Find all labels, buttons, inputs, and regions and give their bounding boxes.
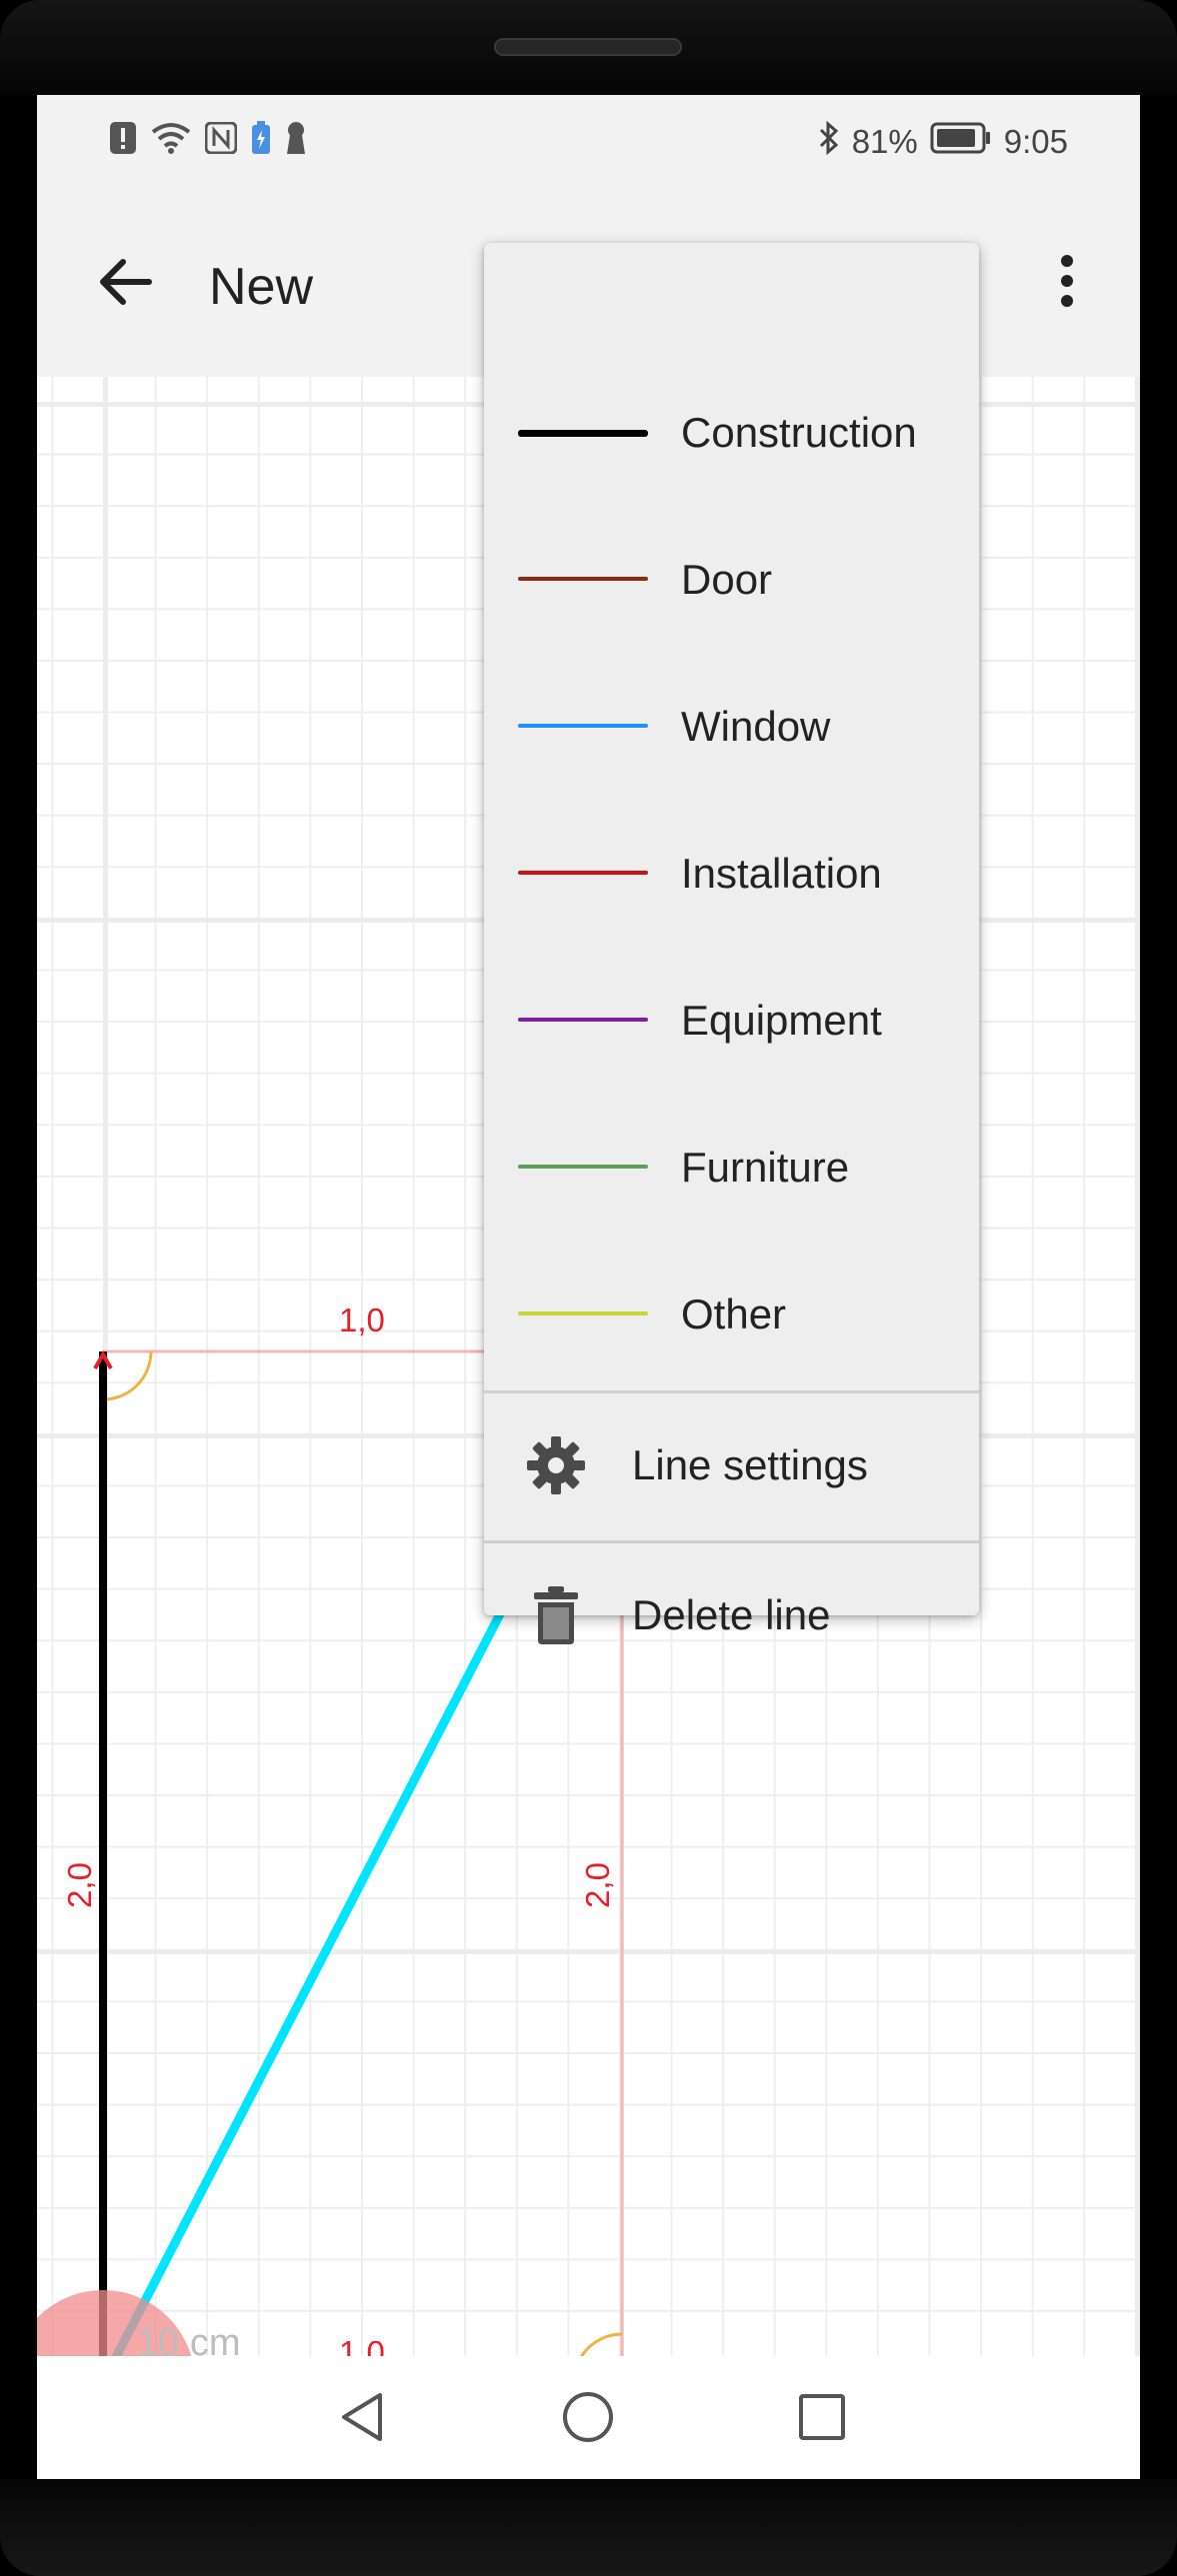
swatch-furniture <box>518 1165 648 1169</box>
menu-item-line-settings[interactable]: Line settings <box>484 1393 979 1540</box>
menu-item-delete-line[interactable]: Delete line <box>484 1543 979 1690</box>
menu-item-label: Window <box>681 703 831 750</box>
menu-item-equipment[interactable]: Equipment <box>484 949 979 1096</box>
line-type-menu: Construction Door Window Installation Eq… <box>484 243 979 1644</box>
nfc-icon <box>204 121 238 159</box>
keyhole-icon <box>285 121 307 160</box>
menu-item-other[interactable]: Other <box>484 1243 979 1389</box>
menu-item-construction[interactable]: Construction <box>484 361 979 508</box>
trash-icon <box>524 1583 588 1647</box>
dimension-label-left: 2,0 <box>60 1862 98 1908</box>
menu-item-furniture[interactable]: Furniture <box>484 1096 979 1243</box>
swatch-construction <box>518 430 648 437</box>
menu-item-window[interactable]: Window <box>484 655 979 802</box>
phone-screen: 81% 9:05 New 1,0 1,0 2,0 2,0 10 cm Const… <box>37 95 1140 2479</box>
menu-item-label: Delete line <box>632 1591 831 1638</box>
menu-item-label: Door <box>681 556 773 603</box>
phone-bezel-top <box>0 0 1177 95</box>
swatch-window <box>518 724 648 728</box>
page-title: New <box>209 258 314 316</box>
menu-item-label: Line settings <box>632 1441 868 1488</box>
angle-arc-top-left <box>102 1350 153 1401</box>
dimension-label-right: 2,0 <box>578 1862 616 1908</box>
dimension-label-top: 1,0 <box>339 1301 385 1338</box>
status-icons-right: 81% 9:05 <box>818 120 1068 163</box>
alert-icon <box>109 121 137 160</box>
recents-square-icon <box>797 2392 847 2447</box>
bluetooth-icon <box>818 120 840 163</box>
battery-icon <box>930 121 992 163</box>
back-button[interactable] <box>87 247 162 322</box>
menu-item-label: Installation <box>681 850 882 897</box>
nav-recents-button[interactable] <box>787 2384 857 2454</box>
phone-bezel-bottom <box>0 2479 1177 2576</box>
menu-item-label: Equipment <box>681 997 882 1044</box>
clock: 9:05 <box>1003 123 1068 160</box>
swatch-other <box>518 1311 648 1315</box>
menu-item-door[interactable]: Door <box>484 508 979 655</box>
more-options-button[interactable] <box>1037 243 1097 323</box>
battery-percent: 81% <box>851 123 918 160</box>
wifi-icon <box>151 122 191 159</box>
home-circle-icon <box>561 2390 615 2449</box>
status-bar: 81% 9:05 <box>37 95 1140 187</box>
menu-item-label: Other <box>681 1290 787 1337</box>
menu-item-installation[interactable]: Installation <box>484 802 979 949</box>
swatch-equipment <box>518 1018 648 1022</box>
menu-item-label: Furniture <box>681 1144 850 1191</box>
gear-icon <box>524 1433 588 1497</box>
nav-back-button[interactable] <box>327 2384 397 2454</box>
back-triangle-icon <box>338 2391 386 2448</box>
nav-home-button[interactable] <box>553 2384 623 2454</box>
speaker-grille <box>494 38 682 56</box>
status-icons-left <box>109 121 307 160</box>
more-vertical-icon <box>1059 253 1075 314</box>
swatch-installation <box>518 871 648 875</box>
system-nav-bar <box>37 2356 1140 2479</box>
battery-saver-icon <box>251 121 271 160</box>
arrow-left-icon <box>97 258 153 311</box>
swatch-door <box>518 577 648 581</box>
menu-item-label: Construction <box>681 409 917 456</box>
